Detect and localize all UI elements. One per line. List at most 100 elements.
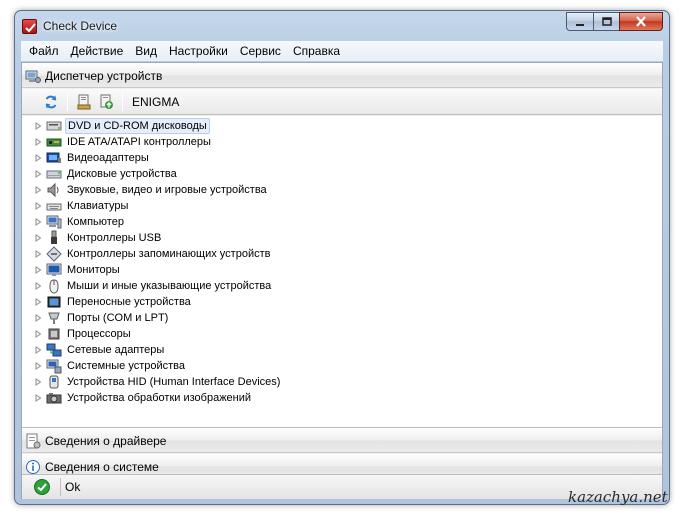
driver-info-label: Сведения о драйвере [45, 433, 167, 448]
system-info-label: Сведения о системе [45, 459, 159, 474]
close-icon [636, 16, 646, 27]
tree-item[interactable]: Сетевые адаптеры [22, 342, 166, 358]
tree-item-label: Порты (COM и LPT) [67, 312, 169, 324]
status-text: Ok [65, 480, 81, 494]
tree-item[interactable]: DVD и CD-ROM дисководы [22, 118, 210, 134]
tree-item[interactable]: Дисковые устройства [22, 166, 179, 182]
menu-service[interactable]: Сервис [234, 41, 287, 61]
monitor-icon [46, 262, 62, 278]
expand-arrow-icon[interactable] [33, 310, 43, 326]
speaker-icon [46, 182, 62, 198]
usb-icon [46, 230, 62, 246]
toolbar: ENIGMA [22, 89, 662, 115]
close-button[interactable] [619, 12, 663, 31]
tree-item[interactable]: Порты (COM и LPT) [22, 310, 170, 326]
tree-item-label: Контроллеры USB [67, 232, 162, 244]
computer-name: ENIGMA [132, 94, 180, 109]
tree-item[interactable]: Процессоры [22, 326, 133, 342]
expand-arrow-icon[interactable] [33, 390, 43, 406]
tree-item[interactable]: Мыши и иные указывающие устройства [22, 278, 273, 294]
expand-arrow-icon[interactable] [33, 182, 43, 198]
expand-arrow-icon[interactable] [33, 294, 43, 310]
tree-item-label: Устройства обработки изображений [67, 392, 252, 404]
tree-item-label: Мыши и иные указывающие устройства [67, 280, 272, 292]
hid-icon [46, 374, 62, 390]
tree-item[interactable]: Устройства HID (Human Interface Devices) [22, 374, 282, 390]
properties-button[interactable] [73, 91, 95, 113]
expand-arrow-icon[interactable] [33, 150, 43, 166]
system-device-icon [46, 358, 62, 374]
disk-drive-icon [46, 166, 62, 182]
tree-item-label: Переносные устройства [67, 296, 191, 308]
refresh-icon [45, 95, 57, 108]
tree-item[interactable]: Клавиатуры [22, 198, 130, 214]
driver-info-header[interactable]: Сведения о драйвере [22, 428, 662, 453]
tree-item-label: DVD и CD-ROM дисководы [65, 118, 210, 134]
mouse-icon [46, 278, 62, 294]
check-device-app-icon [22, 19, 37, 34]
window-title: Check Device [43, 19, 118, 33]
display-adapter-icon [46, 150, 62, 166]
expand-arrow-icon[interactable] [33, 374, 43, 390]
tree-item[interactable]: Системные устройства [22, 358, 187, 374]
tree-item-label: Сетевые адаптеры [67, 344, 165, 356]
tree-item[interactable]: Видеоадаптеры [22, 150, 151, 166]
maximize-button[interactable] [593, 12, 619, 31]
status-bar: Ok [22, 474, 662, 499]
ide-controller-icon [46, 134, 62, 150]
expand-arrow-icon[interactable] [33, 246, 43, 262]
update-driver-button[interactable] [95, 91, 117, 113]
tree-item-label: Видеоадаптеры [67, 152, 149, 164]
app-window: Check Device Файл Действие Вид Настройки… [14, 10, 670, 505]
tree-item-label: Системные устройства [67, 360, 186, 372]
imaging-device-icon [46, 390, 62, 406]
tree-item-label: IDE ATA/ATAPI контроллеры [67, 136, 211, 148]
tree-item[interactable]: Переносные устройства [22, 294, 193, 310]
tree-item-label: Дисковые устройства [67, 168, 177, 180]
dvd-drive-icon [46, 118, 62, 134]
tree-item[interactable]: Мониторы [22, 262, 122, 278]
status-separator [60, 478, 61, 496]
tree-item[interactable]: Компьютер [22, 214, 126, 230]
expand-arrow-icon[interactable] [33, 214, 43, 230]
tree-item-label: Клавиатуры [67, 200, 129, 212]
keyboard-icon [46, 198, 62, 214]
update-driver-icon [100, 94, 113, 109]
menu-bar: Файл Действие Вид Настройки Сервис Справ… [21, 41, 663, 61]
expand-arrow-icon[interactable] [33, 230, 43, 246]
menu-settings[interactable]: Настройки [163, 41, 234, 61]
storage-controller-icon [46, 246, 62, 262]
tree-item-label: Звуковые, видео и игровые устройства [67, 184, 267, 196]
title-bar[interactable]: Check Device [15, 11, 669, 41]
network-adapter-icon [46, 342, 62, 358]
menu-file[interactable]: Файл [23, 41, 65, 61]
expand-arrow-icon[interactable] [33, 198, 43, 214]
tree-item[interactable]: Звуковые, видео и игровые устройства [22, 182, 269, 198]
tree-item-label: Контроллеры запоминающих устройств [67, 248, 271, 260]
expand-arrow-icon[interactable] [33, 278, 43, 294]
device-tree[interactable]: DVD и CD-ROM дисководы IDE ATA/ATAPI конт… [22, 116, 662, 428]
tree-item[interactable]: Контроллеры запоминающих устройств [22, 246, 272, 262]
expand-arrow-icon[interactable] [33, 134, 43, 150]
expand-arrow-icon[interactable] [33, 342, 43, 358]
properties-icon [77, 94, 91, 109]
minimize-icon [576, 23, 584, 26]
expand-arrow-icon[interactable] [33, 326, 43, 342]
menu-action[interactable]: Действие [65, 41, 130, 61]
device-manager-header[interactable]: Диспетчер устройств [22, 63, 662, 88]
expand-arrow-icon[interactable] [33, 166, 43, 182]
tree-item[interactable]: IDE ATA/ATAPI контроллеры [22, 134, 213, 150]
menu-help[interactable]: Справка [287, 41, 346, 61]
device-manager-icon [25, 68, 41, 84]
tree-item-label: Устройства HID (Human Interface Devices) [67, 376, 281, 388]
tree-item[interactable]: Контроллеры USB [22, 230, 163, 246]
minimize-button[interactable] [566, 12, 593, 31]
expand-arrow-icon[interactable] [33, 118, 43, 134]
menu-view[interactable]: Вид [129, 41, 163, 61]
expand-arrow-icon[interactable] [33, 358, 43, 374]
tree-item[interactable]: Устройства обработки изображений [22, 390, 253, 406]
expand-arrow-icon[interactable] [33, 262, 43, 278]
tree-item-label: Процессоры [67, 328, 131, 340]
refresh-button[interactable] [40, 91, 62, 113]
caption-buttons [566, 12, 663, 31]
